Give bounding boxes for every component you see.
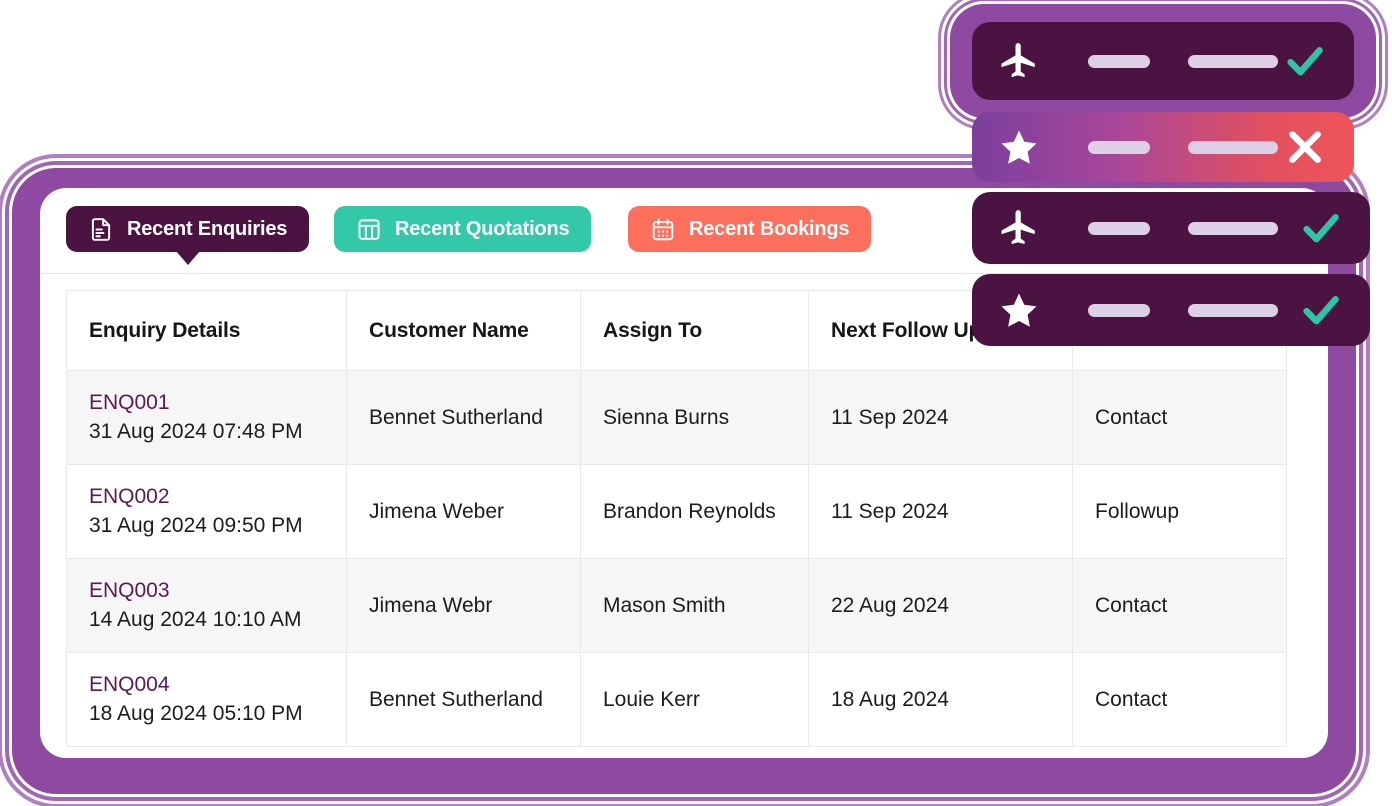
check-icon <box>1303 296 1339 325</box>
enquiry-id-link[interactable]: ENQ001 <box>89 391 324 415</box>
cell-enquiry-details: ENQ004 18 Aug 2024 05:10 PM <box>66 652 347 747</box>
table-row[interactable]: ENQ004 18 Aug 2024 05:10 PM Bennet Suthe… <box>66 652 1287 747</box>
tab-recent-enquiries[interactable]: Recent Enquiries <box>66 206 310 265</box>
active-tab-caret <box>175 251 200 265</box>
cell-status: Followup <box>1072 464 1287 559</box>
cell-customer-name: Jimena Weber <box>346 464 581 559</box>
cell-assign-to: Mason Smith <box>580 558 809 653</box>
table-icon <box>358 218 380 240</box>
cell-enquiry-details: ENQ002 31 Aug 2024 09:50 PM <box>66 464 347 559</box>
tab-recent-quotations[interactable]: Recent Quotations <box>334 206 592 252</box>
cell-customer-name: Bennet Sutherland <box>346 652 581 747</box>
enquiry-date: 14 Aug 2024 10:10 AM <box>89 608 302 631</box>
table-row[interactable]: ENQ003 14 Aug 2024 10:10 AM Jimena Webr … <box>66 558 1287 653</box>
placeholder-bar <box>1088 303 1150 317</box>
enquiry-date: 31 Aug 2024 09:50 PM <box>89 514 303 537</box>
cell-next-follow-up: 11 Sep 2024 <box>808 464 1073 559</box>
cell-enquiry-details: ENQ003 14 Aug 2024 10:10 AM <box>66 558 347 653</box>
cell-enquiry-details: ENQ001 31 Aug 2024 07:48 PM <box>66 370 347 465</box>
cell-next-follow-up: 11 Sep 2024 <box>808 370 1073 465</box>
tab-recent-bookings[interactable]: Recent Bookings <box>628 206 872 252</box>
cell-customer-name: Bennet Sutherland <box>346 370 581 465</box>
cell-status: Contact <box>1072 370 1287 465</box>
plane-icon <box>1001 43 1035 78</box>
cell-next-follow-up: 18 Aug 2024 <box>808 652 1073 747</box>
cell-status: Contact <box>1072 558 1287 653</box>
enquiry-id-link[interactable]: ENQ003 <box>89 579 324 603</box>
float-card-flight-approved[interactable] <box>972 22 1354 100</box>
calendar-icon <box>652 218 674 240</box>
placeholder-bar <box>1088 54 1150 68</box>
cell-assign-to: Sienna Burns <box>580 370 809 465</box>
tab-label: Recent Bookings <box>689 217 850 240</box>
tab-label: Recent Quotations <box>395 217 570 240</box>
cell-assign-to: Brandon Reynolds <box>580 464 809 559</box>
float-card-flight-approved-2[interactable] <box>972 192 1370 264</box>
star-icon <box>1001 293 1037 327</box>
close-icon <box>1289 131 1321 163</box>
star-icon <box>1001 130 1037 164</box>
column-header-customer-name: Customer Name <box>346 290 581 371</box>
float-card-starred-approved[interactable] <box>972 274 1370 346</box>
float-card-starred-rejected[interactable] <box>972 112 1354 182</box>
placeholder-bar <box>1088 140 1150 154</box>
placeholder-bar <box>1188 54 1278 68</box>
check-icon <box>1303 214 1339 243</box>
column-header-assign-to: Assign To <box>580 290 809 371</box>
cell-status: Contact <box>1072 652 1287 747</box>
enquiry-date: 31 Aug 2024 07:48 PM <box>89 420 303 443</box>
enquiries-table: Enquiry Details Customer Name Assign To … <box>66 290 1287 747</box>
cell-customer-name: Jimena Webr <box>346 558 581 653</box>
column-header-enquiry-details: Enquiry Details <box>66 290 347 371</box>
table-row[interactable]: ENQ002 31 Aug 2024 09:50 PM Jimena Weber… <box>66 464 1287 559</box>
placeholder-bar <box>1188 140 1278 154</box>
placeholder-bar <box>1188 221 1278 235</box>
enquiry-id-link[interactable]: ENQ002 <box>89 485 324 509</box>
enquiry-id-link[interactable]: ENQ004 <box>89 673 324 697</box>
cell-next-follow-up: 22 Aug 2024 <box>808 558 1073 653</box>
document-icon <box>91 217 111 241</box>
placeholder-bar <box>1188 303 1278 317</box>
cell-assign-to: Louie Kerr <box>580 652 809 747</box>
plane-icon <box>1001 210 1035 245</box>
table-row[interactable]: ENQ001 31 Aug 2024 07:48 PM Bennet Suthe… <box>66 370 1287 465</box>
enquiry-date: 18 Aug 2024 05:10 PM <box>89 702 303 725</box>
placeholder-bar <box>1088 221 1150 235</box>
check-icon <box>1287 47 1323 76</box>
tab-label: Recent Enquiries <box>127 217 288 240</box>
